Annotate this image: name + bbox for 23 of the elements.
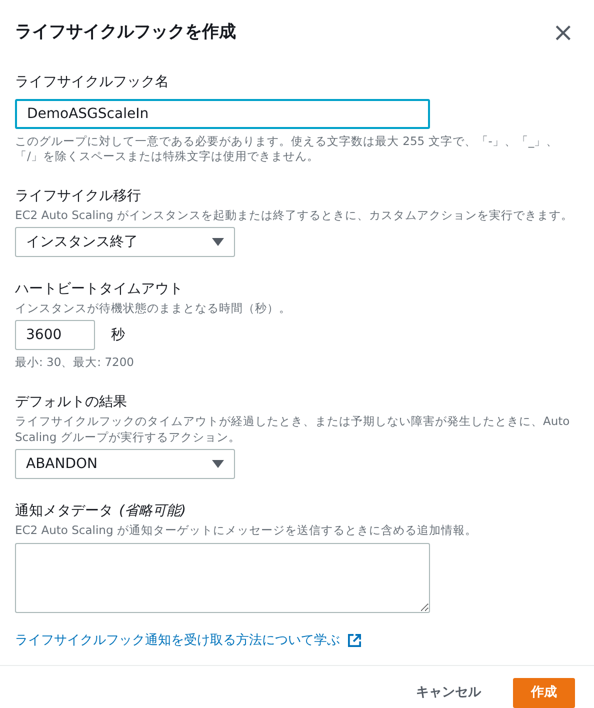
unit-label: 秒	[111, 326, 125, 344]
caret-icon	[212, 460, 224, 468]
external-link-icon[interactable]	[348, 634, 361, 648]
caret-icon	[212, 238, 224, 246]
field-description: EC2 Auto Scaling が通知ターゲットにメッセージを送信するときに含める追加情報。	[15, 522, 478, 538]
field-description: インスタンスが待機状態のままとなる時間（秒）。	[15, 300, 292, 316]
field-hint: このグループに対して一意である必要があります。使える文字数は最大 255 文字で、「-」、「_」、「/」を除くスペースまたは特殊文字は使用できません。	[15, 134, 560, 164]
close-button[interactable]: ×	[548, 20, 578, 46]
dropdown[interactable]: ABANDON	[15, 449, 235, 479]
field-description: ライフサイクルフックのタイムアウトが経過したとき、または予期しない障害が発生したときに、Auto Scaling グループが実行するアクション。	[15, 413, 571, 445]
dropdown[interactable]: インスタンス終了	[15, 227, 235, 257]
dialog-title: ライフサイクルフックを作成	[15, 22, 236, 43]
field-description: EC2 Auto Scaling がインスタンスを起動または終了するときに、カスタムアクションを実行できます。	[15, 207, 574, 223]
field-label: ライフサイクルフック名	[15, 74, 169, 90]
field-hint: 最小: 30、最大: 7200	[15, 355, 135, 370]
optional-note: (省略可能)	[119, 503, 186, 519]
field-label: デフォルトの結果	[15, 394, 127, 410]
field-label: ライフサイクル移行	[15, 188, 141, 204]
text-field[interactable]: DemoASGScaleIn	[15, 99, 430, 129]
field-label: 通知メタデータ	[15, 503, 113, 519]
number-field[interactable]: 3600	[15, 320, 95, 350]
learn-more-link[interactable]: ライフサイクルフック通知を受け取る方法について学ぶ	[15, 631, 340, 650]
field-label: ハートビートタイムアウト	[15, 281, 183, 297]
